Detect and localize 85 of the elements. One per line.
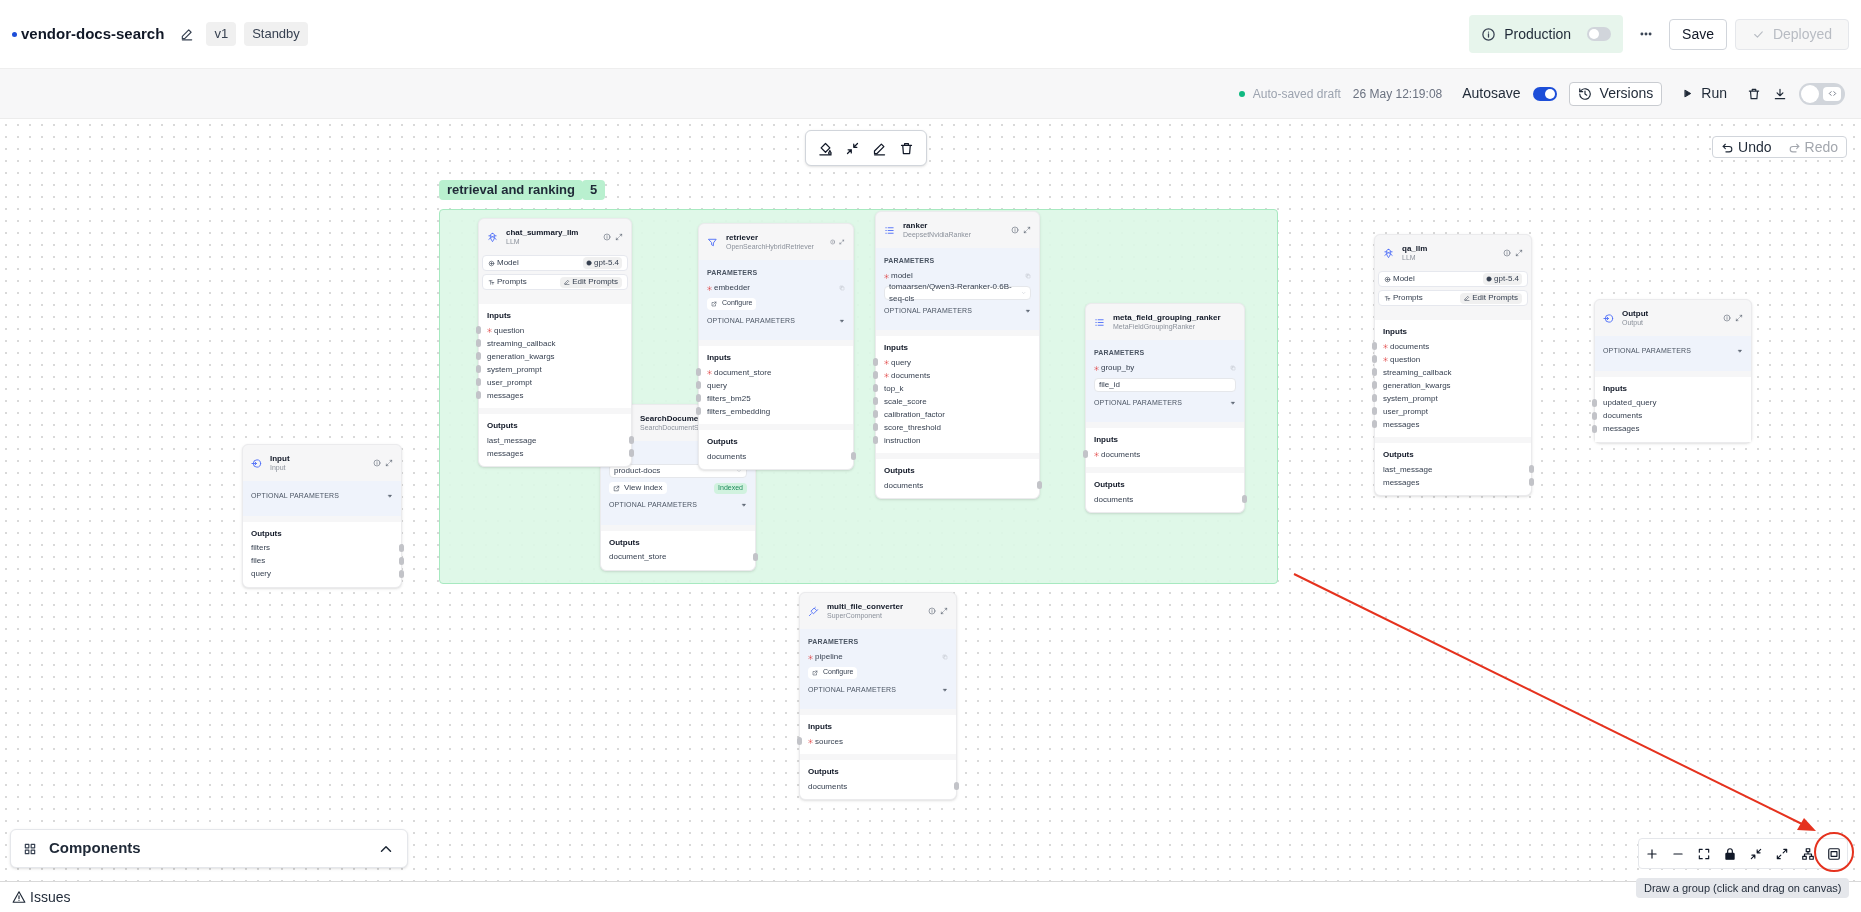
port-name: streaming_callback [487, 337, 556, 350]
port-name: filters [251, 542, 271, 554]
parameter-name: pipeline [815, 651, 843, 663]
port-name: top_k [884, 382, 904, 395]
section-heading: Inputs [1383, 326, 1408, 338]
port-name: document_store [714, 366, 772, 379]
model-badge: gpt-5.4 [583, 257, 622, 269]
saved-time: 26 May 12:19:08 [1352, 85, 1443, 103]
port-name: files [251, 555, 266, 567]
port-name: generation_kwargs [1383, 379, 1451, 392]
node-title: qa_llm [1402, 243, 1428, 254]
pipeline-name: vendor-docs-search [21, 23, 165, 44]
node-title: multi_file_converter [827, 601, 904, 612]
port-name: messages [487, 447, 524, 460]
port-name: filters_bm25 [707, 392, 751, 405]
node-title: ranker [903, 220, 929, 231]
model-badge: gpt-5.4 [1483, 273, 1522, 285]
section-heading: Inputs [1094, 434, 1119, 446]
port-name: user_prompt [487, 376, 532, 389]
port-name: last_message [487, 434, 537, 447]
node-title: meta_field_grouping_ranker [1113, 312, 1221, 323]
production-label: Production [1504, 24, 1572, 44]
autosave-status: Auto-saved draft [1252, 85, 1341, 103]
port-name: documents [884, 479, 924, 492]
port-name: messages [487, 389, 524, 402]
port-name: updated_query [1603, 397, 1657, 409]
port-name: document_store [609, 551, 667, 563]
section-heading: Inputs [707, 352, 732, 364]
port-name: instruction [884, 434, 921, 447]
port-name: score_threshold [884, 421, 941, 434]
port-name: user_prompt [1383, 405, 1428, 418]
port-name: documents [1390, 340, 1430, 353]
port-name: system_prompt [1383, 392, 1438, 405]
node-title: retriever [726, 232, 760, 243]
node-title: chat_summary_llm [506, 227, 579, 238]
section-heading: Inputs [487, 310, 512, 322]
port-name: sources [815, 735, 843, 748]
section-heading: Outputs [487, 420, 519, 432]
port-name: documents [707, 450, 747, 463]
port-name: calibration_factor [884, 408, 945, 421]
section-heading: Outputs [808, 766, 840, 778]
node-title: Input [270, 453, 290, 464]
components-label: Components [49, 838, 141, 859]
prompts-label: Prompts [497, 276, 527, 288]
port-name: scale_score [884, 395, 927, 408]
section-heading: Outputs [1383, 449, 1415, 461]
port-name: streaming_callback [1383, 366, 1452, 379]
section-heading: Outputs [707, 436, 739, 448]
node-title: Output [1622, 308, 1649, 319]
autosave-label: Autosave [1462, 84, 1521, 103]
port-name: last_message [1383, 463, 1433, 476]
version-badge: v1 [206, 22, 237, 46]
parameter-name: group_by [1101, 362, 1135, 374]
status-badge: Standby [244, 22, 308, 46]
parameter-name: embedder [714, 282, 751, 294]
port-name: query [251, 568, 271, 580]
port-name: query [891, 356, 911, 369]
tooltip: Draw a group (click and drag on canvas) [1636, 878, 1850, 898]
node-title: SearchDocume [640, 413, 699, 424]
group-count: 5 [582, 180, 606, 200]
port-name: messages [1603, 423, 1640, 435]
port-name: system_prompt [487, 363, 542, 376]
port-name: documents [891, 369, 931, 382]
prompts-label: Prompts [1393, 292, 1423, 304]
port-name: question [1390, 353, 1421, 366]
section-heading: Inputs [884, 342, 909, 354]
section-heading: Outputs [251, 527, 283, 540]
section-heading: Outputs [609, 536, 641, 549]
parameter-name: model [891, 270, 913, 282]
port-name: messages [1383, 418, 1420, 431]
section-heading: Inputs [1603, 382, 1628, 395]
port-name: documents [1101, 448, 1141, 461]
port-name: generation_kwargs [487, 350, 555, 363]
section-heading: Outputs [1094, 479, 1126, 491]
section-heading: Inputs [808, 721, 833, 733]
model-label: Model [1393, 273, 1415, 285]
port-name: documents [1094, 493, 1134, 506]
port-name: documents [1603, 410, 1643, 422]
port-name: documents [808, 780, 848, 793]
port-name: messages [1383, 476, 1420, 489]
group-label: retrieval and ranking [439, 180, 583, 200]
port-name: query [707, 379, 727, 392]
model-label: Model [497, 257, 519, 269]
section-heading: Outputs [884, 465, 916, 477]
port-name: question [494, 324, 525, 337]
